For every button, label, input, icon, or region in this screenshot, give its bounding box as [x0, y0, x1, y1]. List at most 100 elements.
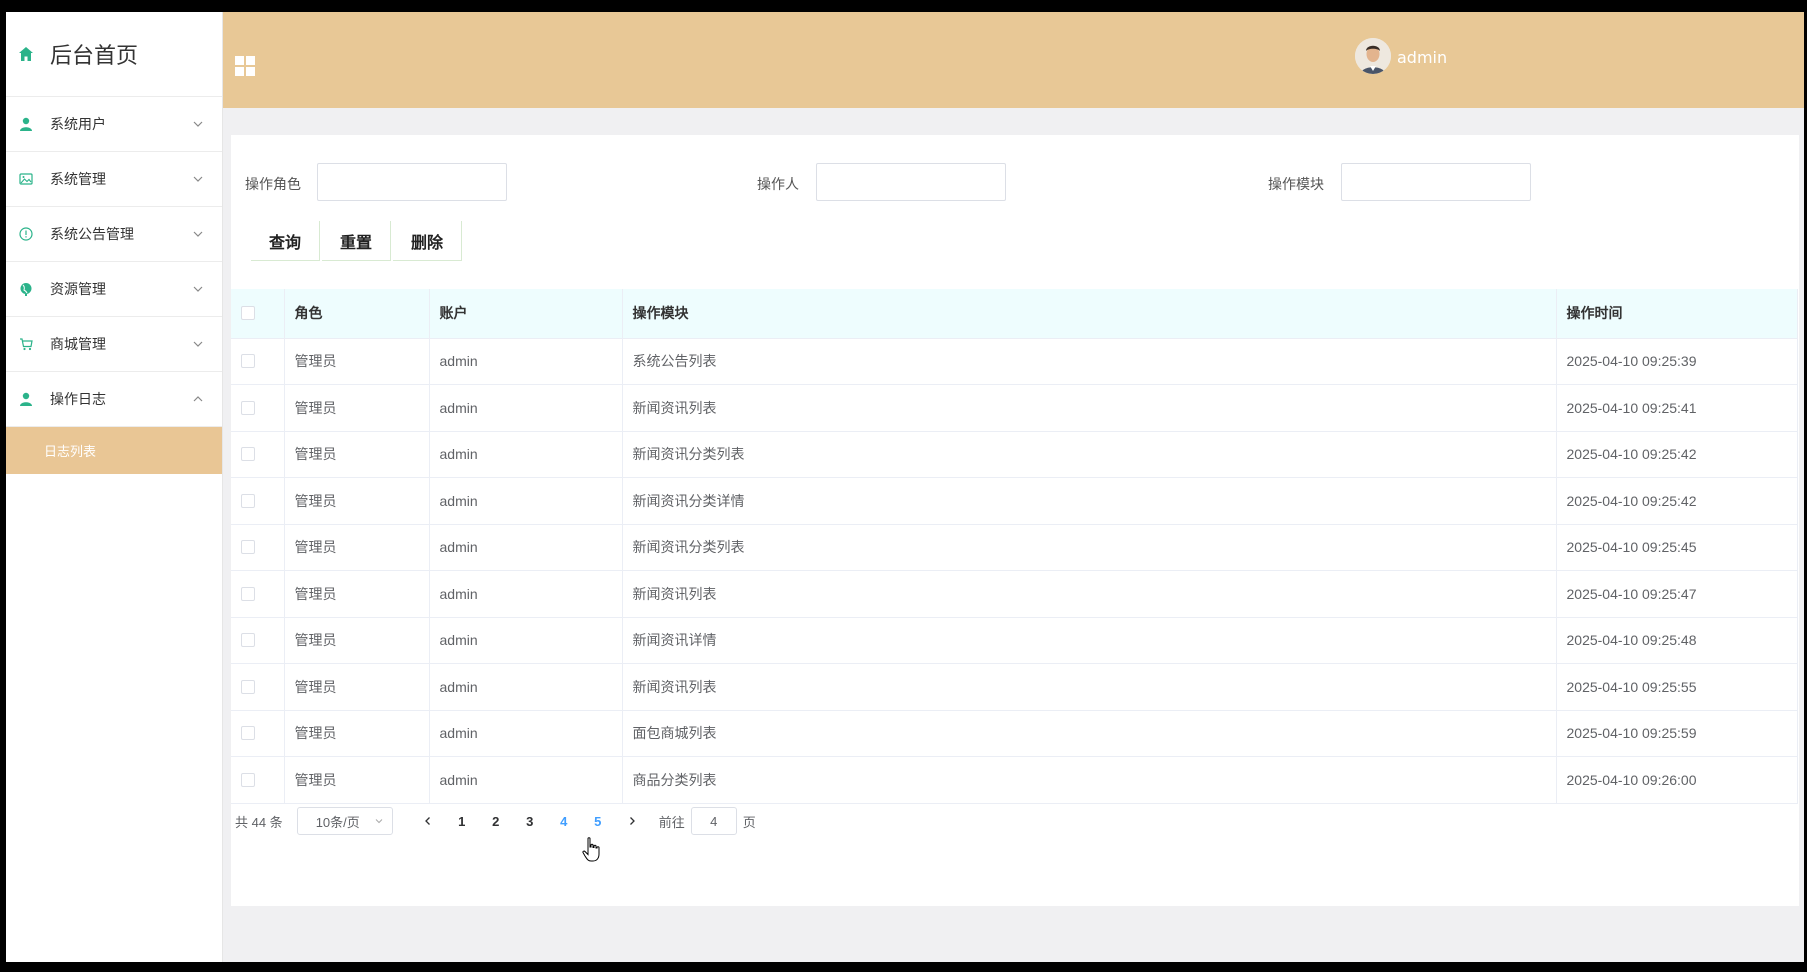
- table-row[interactable]: 管理员 admin 新闻资讯分类详情 2025-04-10 09:25:42: [231, 477, 1798, 525]
- table-row[interactable]: 管理员 admin 新闻资讯列表 2025-04-10 09:25:41: [231, 384, 1798, 432]
- row-checkbox[interactable]: [241, 354, 255, 369]
- filter-role-input[interactable]: [317, 163, 507, 201]
- prev-page-button[interactable]: [411, 807, 445, 835]
- page-suffix: 页: [742, 814, 756, 830]
- table-row[interactable]: 管理员 admin 面包商城列表 2025-04-10 09:25:59: [231, 710, 1798, 757]
- filter-operator-label: 操作人: [757, 177, 799, 193]
- cell-module: 新闻资讯分类详情: [622, 477, 1557, 525]
- cell-account: admin: [429, 710, 623, 757]
- chevron-left-icon: [424, 817, 430, 825]
- row-checkbox[interactable]: [241, 679, 255, 694]
- table-body: 管理员 admin 系统公告列表 2025-04-10 09:25:39 管理员 admi…: [231, 338, 1798, 804]
- column-header-time[interactable]: 操作时间: [1556, 289, 1798, 339]
- column-header-role[interactable]: 角色: [284, 289, 430, 339]
- column-header-module[interactable]: 操作模块: [622, 289, 1557, 339]
- row-select-cell: [231, 384, 285, 432]
- row-checkbox[interactable]: [241, 540, 255, 555]
- cell-role: 管理员: [284, 384, 430, 432]
- cell-module: 新闻资讯列表: [622, 384, 1557, 432]
- cell-module: 新闻资讯详情: [622, 617, 1557, 664]
- user-icon: [18, 391, 34, 407]
- sidebar-item-operation-log[interactable]: 操作日志: [6, 372, 222, 427]
- next-page-button[interactable]: [615, 807, 649, 835]
- row-select-cell: [231, 663, 285, 711]
- table-row[interactable]: 管理员 admin 新闻资讯分类列表 2025-04-10 09:25:45: [231, 524, 1798, 571]
- select-all-cell: [231, 289, 285, 339]
- column-header-account[interactable]: 账户: [429, 289, 623, 339]
- table-row[interactable]: 管理员 admin 新闻资讯详情 2025-04-10 09:25:48: [231, 617, 1798, 664]
- select-all-checkbox[interactable]: [241, 306, 255, 321]
- grid-menu-icon[interactable]: [235, 56, 255, 76]
- delete-button[interactable]: 删除: [393, 221, 463, 261]
- row-checkbox[interactable]: [241, 447, 255, 462]
- row-select-cell: [231, 570, 285, 618]
- page-number-current[interactable]: 4: [547, 807, 581, 835]
- table-row[interactable]: 管理员 admin 新闻资讯分类列表 2025-04-10 09:25:42: [231, 431, 1798, 478]
- user-name[interactable]: admin: [1397, 48, 1447, 67]
- cell-account: admin: [429, 338, 623, 385]
- cell-account: admin: [429, 570, 623, 618]
- sidebar-item-system-management[interactable]: 系统管理: [6, 152, 222, 207]
- row-select-cell: [231, 710, 285, 757]
- page-size-value: 10条/页: [315, 814, 360, 830]
- row-checkbox[interactable]: [241, 726, 255, 741]
- chevron-right-icon: [629, 817, 635, 825]
- cell-account: admin: [429, 477, 623, 525]
- filter-module-input[interactable]: [1341, 163, 1531, 201]
- page-number[interactable]: 3: [513, 807, 547, 835]
- table-row[interactable]: 管理员 admin 新闻资讯列表 2025-04-10 09:25:55: [231, 663, 1798, 711]
- cell-account: admin: [429, 756, 623, 804]
- page-jumper: 前往 页: [659, 807, 756, 835]
- cell-time: 2025-04-10 09:25:45: [1556, 524, 1798, 571]
- row-checkbox[interactable]: [241, 586, 255, 601]
- page-size-select[interactable]: 10条/页: [296, 807, 393, 835]
- cell-module: 新闻资讯分类列表: [622, 524, 1557, 571]
- sidebar-brand[interactable]: 后台首页: [6, 12, 222, 97]
- sidebar-item-system-users[interactable]: 系统用户: [6, 97, 222, 152]
- row-checkbox[interactable]: [241, 400, 255, 415]
- table-row[interactable]: 管理员 admin 新闻资讯列表 2025-04-10 09:25:47: [231, 570, 1798, 618]
- chevron-down-icon: [193, 286, 203, 292]
- globe-icon: [18, 281, 34, 297]
- chevron-down-icon: [193, 176, 203, 182]
- query-button[interactable]: 查询: [251, 221, 321, 261]
- cell-module: 新闻资讯列表: [622, 663, 1557, 711]
- sidebar-item-mall[interactable]: 商城管理: [6, 317, 222, 372]
- cell-time: 2025-04-10 09:25:41: [1556, 384, 1798, 432]
- page-number[interactable]: 1: [445, 807, 479, 835]
- goto-page-input[interactable]: [690, 807, 737, 835]
- pagination-total: 共 44 条: [235, 814, 283, 830]
- row-checkbox[interactable]: [241, 493, 255, 508]
- action-buttons: 查询 重置 删除: [251, 221, 464, 261]
- avatar-image: [1355, 38, 1391, 74]
- row-select-cell: [231, 477, 285, 525]
- brand-title: 后台首页: [50, 44, 139, 69]
- row-select-cell: [231, 431, 285, 478]
- table-row[interactable]: 管理员 admin 系统公告列表 2025-04-10 09:25:39: [231, 338, 1798, 385]
- page-number[interactable]: 5: [581, 807, 615, 835]
- cell-role: 管理员: [284, 710, 430, 757]
- sidebar-subitem-log-list[interactable]: 日志列表: [6, 427, 222, 474]
- sidebar-item-resources[interactable]: 资源管理: [6, 262, 222, 317]
- cell-account: admin: [429, 617, 623, 664]
- cell-role: 管理员: [284, 617, 430, 664]
- sidebar-item-label: 商城管理: [50, 337, 106, 353]
- table-row[interactable]: 管理员 admin 商品分类列表 2025-04-10 09:26:00: [231, 756, 1798, 804]
- cell-role: 管理员: [284, 570, 430, 618]
- user-icon: [18, 116, 34, 132]
- row-checkbox[interactable]: [241, 772, 255, 787]
- table-header-row: 角色 账户 操作模块 操作时间: [231, 289, 1798, 339]
- user-avatar[interactable]: [1355, 38, 1391, 74]
- filter-row: 操作角色 操作人 操作模块: [231, 163, 1799, 203]
- cell-time: 2025-04-10 09:26:00: [1556, 756, 1798, 804]
- cell-role: 管理员: [284, 477, 430, 525]
- image-icon: [18, 171, 34, 187]
- sidebar-item-announcements[interactable]: 系统公告管理: [6, 207, 222, 262]
- hand-cursor-icon: [582, 837, 600, 862]
- cell-module: 商品分类列表: [622, 756, 1557, 804]
- reset-button[interactable]: 重置: [322, 221, 392, 261]
- row-checkbox[interactable]: [241, 633, 255, 648]
- filter-operator-input[interactable]: [816, 163, 1006, 201]
- page-number[interactable]: 2: [479, 807, 513, 835]
- row-select-cell: [231, 617, 285, 664]
